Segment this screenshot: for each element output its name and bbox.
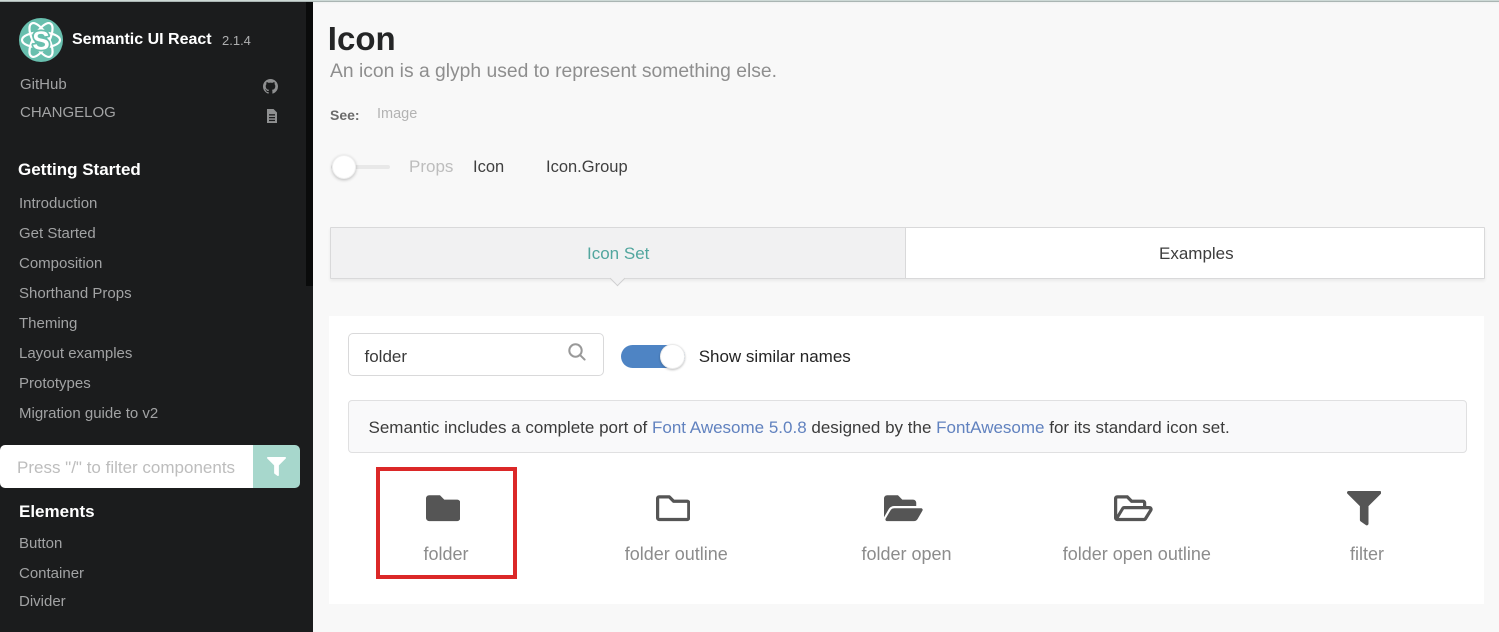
svg-text:S: S bbox=[32, 25, 49, 55]
